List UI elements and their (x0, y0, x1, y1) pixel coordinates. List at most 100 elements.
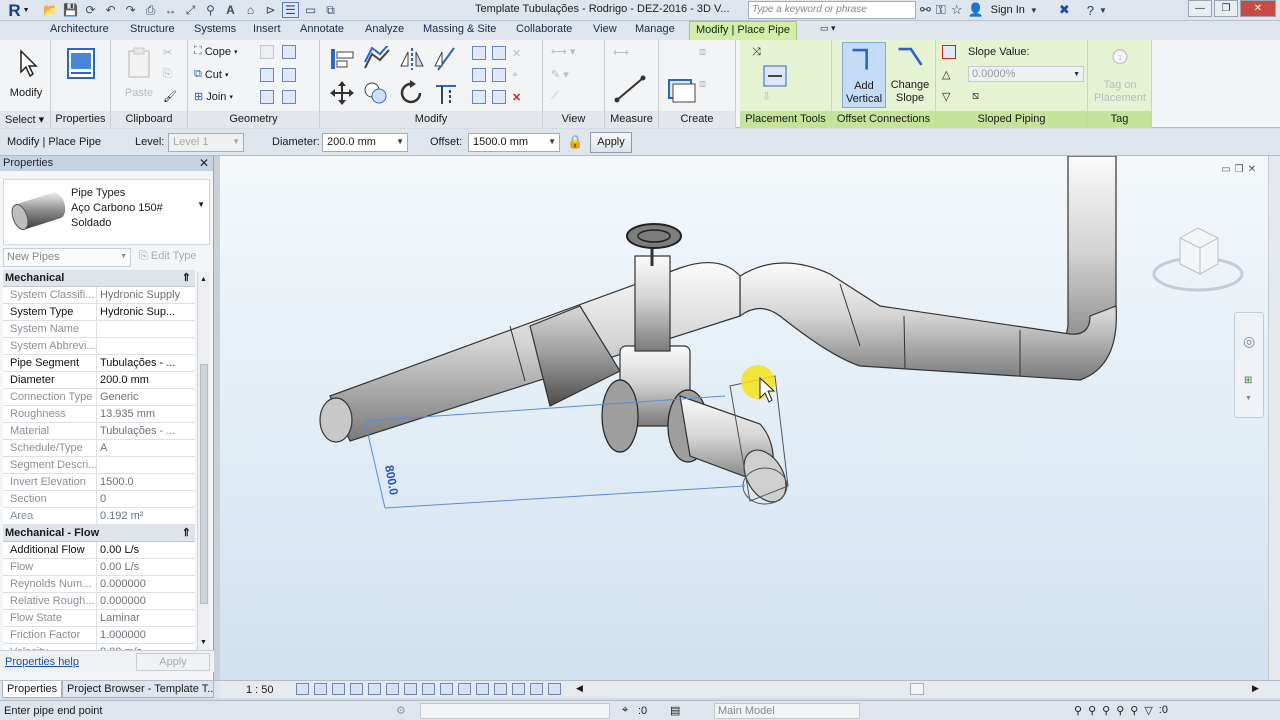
temporary-properties-icon[interactable] (494, 683, 507, 695)
inherit-size-icon[interactable]: ⇩ (762, 90, 771, 103)
properties-scrollbar[interactable]: ▲ ▼ (197, 272, 210, 650)
tab-architecture[interactable]: Architecture (50, 23, 109, 35)
tab-modify-place-pipe[interactable]: Modify | Place Pipe (689, 21, 797, 41)
pick-icon[interactable] (282, 90, 296, 104)
show-slope-tooltip-icon[interactable]: ⧅ (972, 90, 979, 103)
view-close-icon[interactable]: ✕ (1248, 164, 1256, 175)
pin-icon[interactable] (472, 90, 486, 104)
slope-up-icon[interactable]: △ (942, 68, 950, 81)
add-vertical-button[interactable]: Add Vertical (842, 42, 886, 108)
collapse-icon[interactable]: ⇑ (182, 526, 191, 539)
mirror-axis-icon[interactable] (398, 46, 426, 72)
undo-icon[interactable]: ↶ (102, 2, 119, 18)
unpin-element-icon[interactable] (492, 90, 506, 104)
split-element-icon[interactable] (472, 46, 486, 60)
linework-icon[interactable]: ⟋ (551, 90, 559, 103)
property-row[interactable]: Roughness 13.935 mm (3, 406, 195, 423)
select-underlay-icon[interactable]: ⚲ (1088, 704, 1096, 717)
measure-icon[interactable]: ↔ (162, 2, 179, 18)
chevron-down-icon[interactable]: ▼ (1099, 6, 1107, 15)
view-scale[interactable]: 1 : 50 (246, 684, 274, 696)
property-row[interactable]: Additional Flow 0.00 L/s (3, 542, 195, 559)
worksets-icon[interactable]: ⚙ (396, 704, 406, 717)
move-icon[interactable] (328, 80, 356, 106)
split-face-icon[interactable] (260, 45, 274, 59)
show-crop-icon[interactable] (404, 683, 417, 695)
exchange-apps-icon[interactable]: ✖ (1059, 2, 1070, 18)
property-row[interactable]: System Name (3, 321, 195, 338)
create-similar-icon[interactable]: ⧈ (699, 46, 706, 59)
slope-down-icon[interactable]: ▽ (942, 90, 950, 103)
modify-button[interactable]: Modify (6, 46, 46, 100)
filter-icon[interactable]: ▽ (1144, 704, 1152, 717)
instance-filter-dropdown[interactable]: New Pipes ▼ (3, 248, 131, 267)
help-icon[interactable]: ? (1087, 3, 1094, 18)
mirror-draw-icon[interactable] (432, 46, 460, 72)
slope-value-dropdown[interactable]: 0.0000% ▼ (968, 66, 1084, 82)
redo-icon[interactable]: ↷ (122, 2, 139, 18)
type-selector[interactable]: Pipe Types Aço Carbono 150# Soldado ▼ (3, 179, 210, 245)
sun-path-icon[interactable] (332, 683, 345, 695)
user-icon[interactable]: 👤 (967, 2, 983, 18)
properties-button[interactable] (63, 46, 99, 87)
close-hidden-icon[interactable]: ▭ (302, 2, 319, 18)
hide-element-icon[interactable]: ⟷ ▾ (551, 45, 575, 58)
property-row[interactable]: Section 0 (3, 491, 195, 508)
viewport-scrollbar[interactable] (1268, 156, 1280, 680)
paste-button[interactable]: Paste (119, 46, 159, 100)
lock-icon[interactable]: 🔒 (567, 134, 583, 150)
tab-analyze[interactable]: Analyze (365, 23, 404, 35)
binoculars-icon[interactable]: ⚯ (920, 2, 931, 18)
dimension-icon[interactable]: ⤢ (182, 2, 199, 18)
cut-button[interactable]: ⧉ Cut ▾ (194, 68, 229, 81)
change-slope-button[interactable]: Change Slope (888, 42, 932, 105)
property-row[interactable]: Flow State Laminar (3, 610, 195, 627)
edit-type-button[interactable]: ⎘ Edit Type (136, 248, 210, 267)
view-cube[interactable] (1150, 218, 1248, 298)
thin-lines-icon[interactable]: ☰ (282, 2, 299, 18)
copy-icon[interactable] (362, 80, 390, 106)
panel-label-select[interactable]: Select ▾ (0, 111, 50, 128)
offset-tool-icon[interactable] (362, 46, 392, 72)
property-row[interactable]: Pipe Segment Tubulações - ... (3, 355, 195, 372)
delete-icon[interactable]: ✕ (512, 91, 521, 104)
automatic-connection-icon[interactable]: ⤨ (752, 46, 761, 59)
inherit-elevation-icon[interactable] (762, 64, 788, 88)
zoom-region-icon[interactable]: ⊞ (1244, 375, 1252, 386)
cut-clipboard-icon[interactable]: ✂ (163, 46, 172, 59)
3d-view-icon[interactable]: ⌂ (242, 2, 259, 18)
diameter-dropdown[interactable]: 200.0 mm ▼ (322, 133, 408, 152)
tab-insert[interactable]: Insert (253, 23, 281, 35)
close-button[interactable]: ✕ (1240, 0, 1276, 17)
measure-icon[interactable] (613, 74, 649, 104)
tab-manage[interactable]: Manage (635, 23, 675, 35)
visual-style-icon[interactable] (314, 683, 327, 695)
application-menu-button[interactable]: R ▼ (0, 0, 38, 21)
search-input[interactable]: Type a keyword or phrase (748, 1, 916, 19)
design-options-icon[interactable]: ▤ (670, 704, 680, 717)
property-row[interactable]: System Type Hydronic Sup... (3, 304, 195, 321)
disable-slope-icon[interactable] (942, 45, 956, 59)
lock-3d-view-icon[interactable] (422, 683, 435, 695)
highlight-displacement-icon[interactable] (530, 683, 543, 695)
sign-in-link[interactable]: Sign In (991, 4, 1025, 16)
unpin-icon[interactable]: ✕ (512, 47, 521, 60)
tag-on-placement-button[interactable]: 1 Tag on Placement (1092, 46, 1148, 105)
collapse-icon[interactable]: ⇑ (182, 271, 191, 284)
detail-level-icon[interactable] (296, 683, 309, 695)
copy-clipboard-icon[interactable]: ⎘ (163, 68, 172, 81)
text-icon[interactable]: A (222, 2, 239, 18)
editable-only-icon[interactable]: ⌖ (622, 704, 628, 717)
property-row[interactable]: Friction Factor 1.000000 (3, 627, 195, 644)
open-icon[interactable]: 📂 (42, 2, 59, 18)
measure-between-icon[interactable]: ⟷ (613, 46, 629, 59)
close-icon[interactable]: ✕ (199, 156, 209, 170)
align-tool-icon[interactable] (328, 46, 356, 72)
minimize-button[interactable]: — (1188, 0, 1212, 17)
print-icon[interactable]: ⎙ (142, 2, 159, 18)
shadows-icon[interactable] (350, 683, 363, 695)
maximize-button[interactable]: ❐ (1214, 0, 1238, 17)
drag-on-selection-icon[interactable]: ⚲ (1130, 704, 1138, 717)
save-icon[interactable]: 💾 (62, 2, 79, 18)
wall-joins-icon[interactable] (282, 45, 296, 59)
